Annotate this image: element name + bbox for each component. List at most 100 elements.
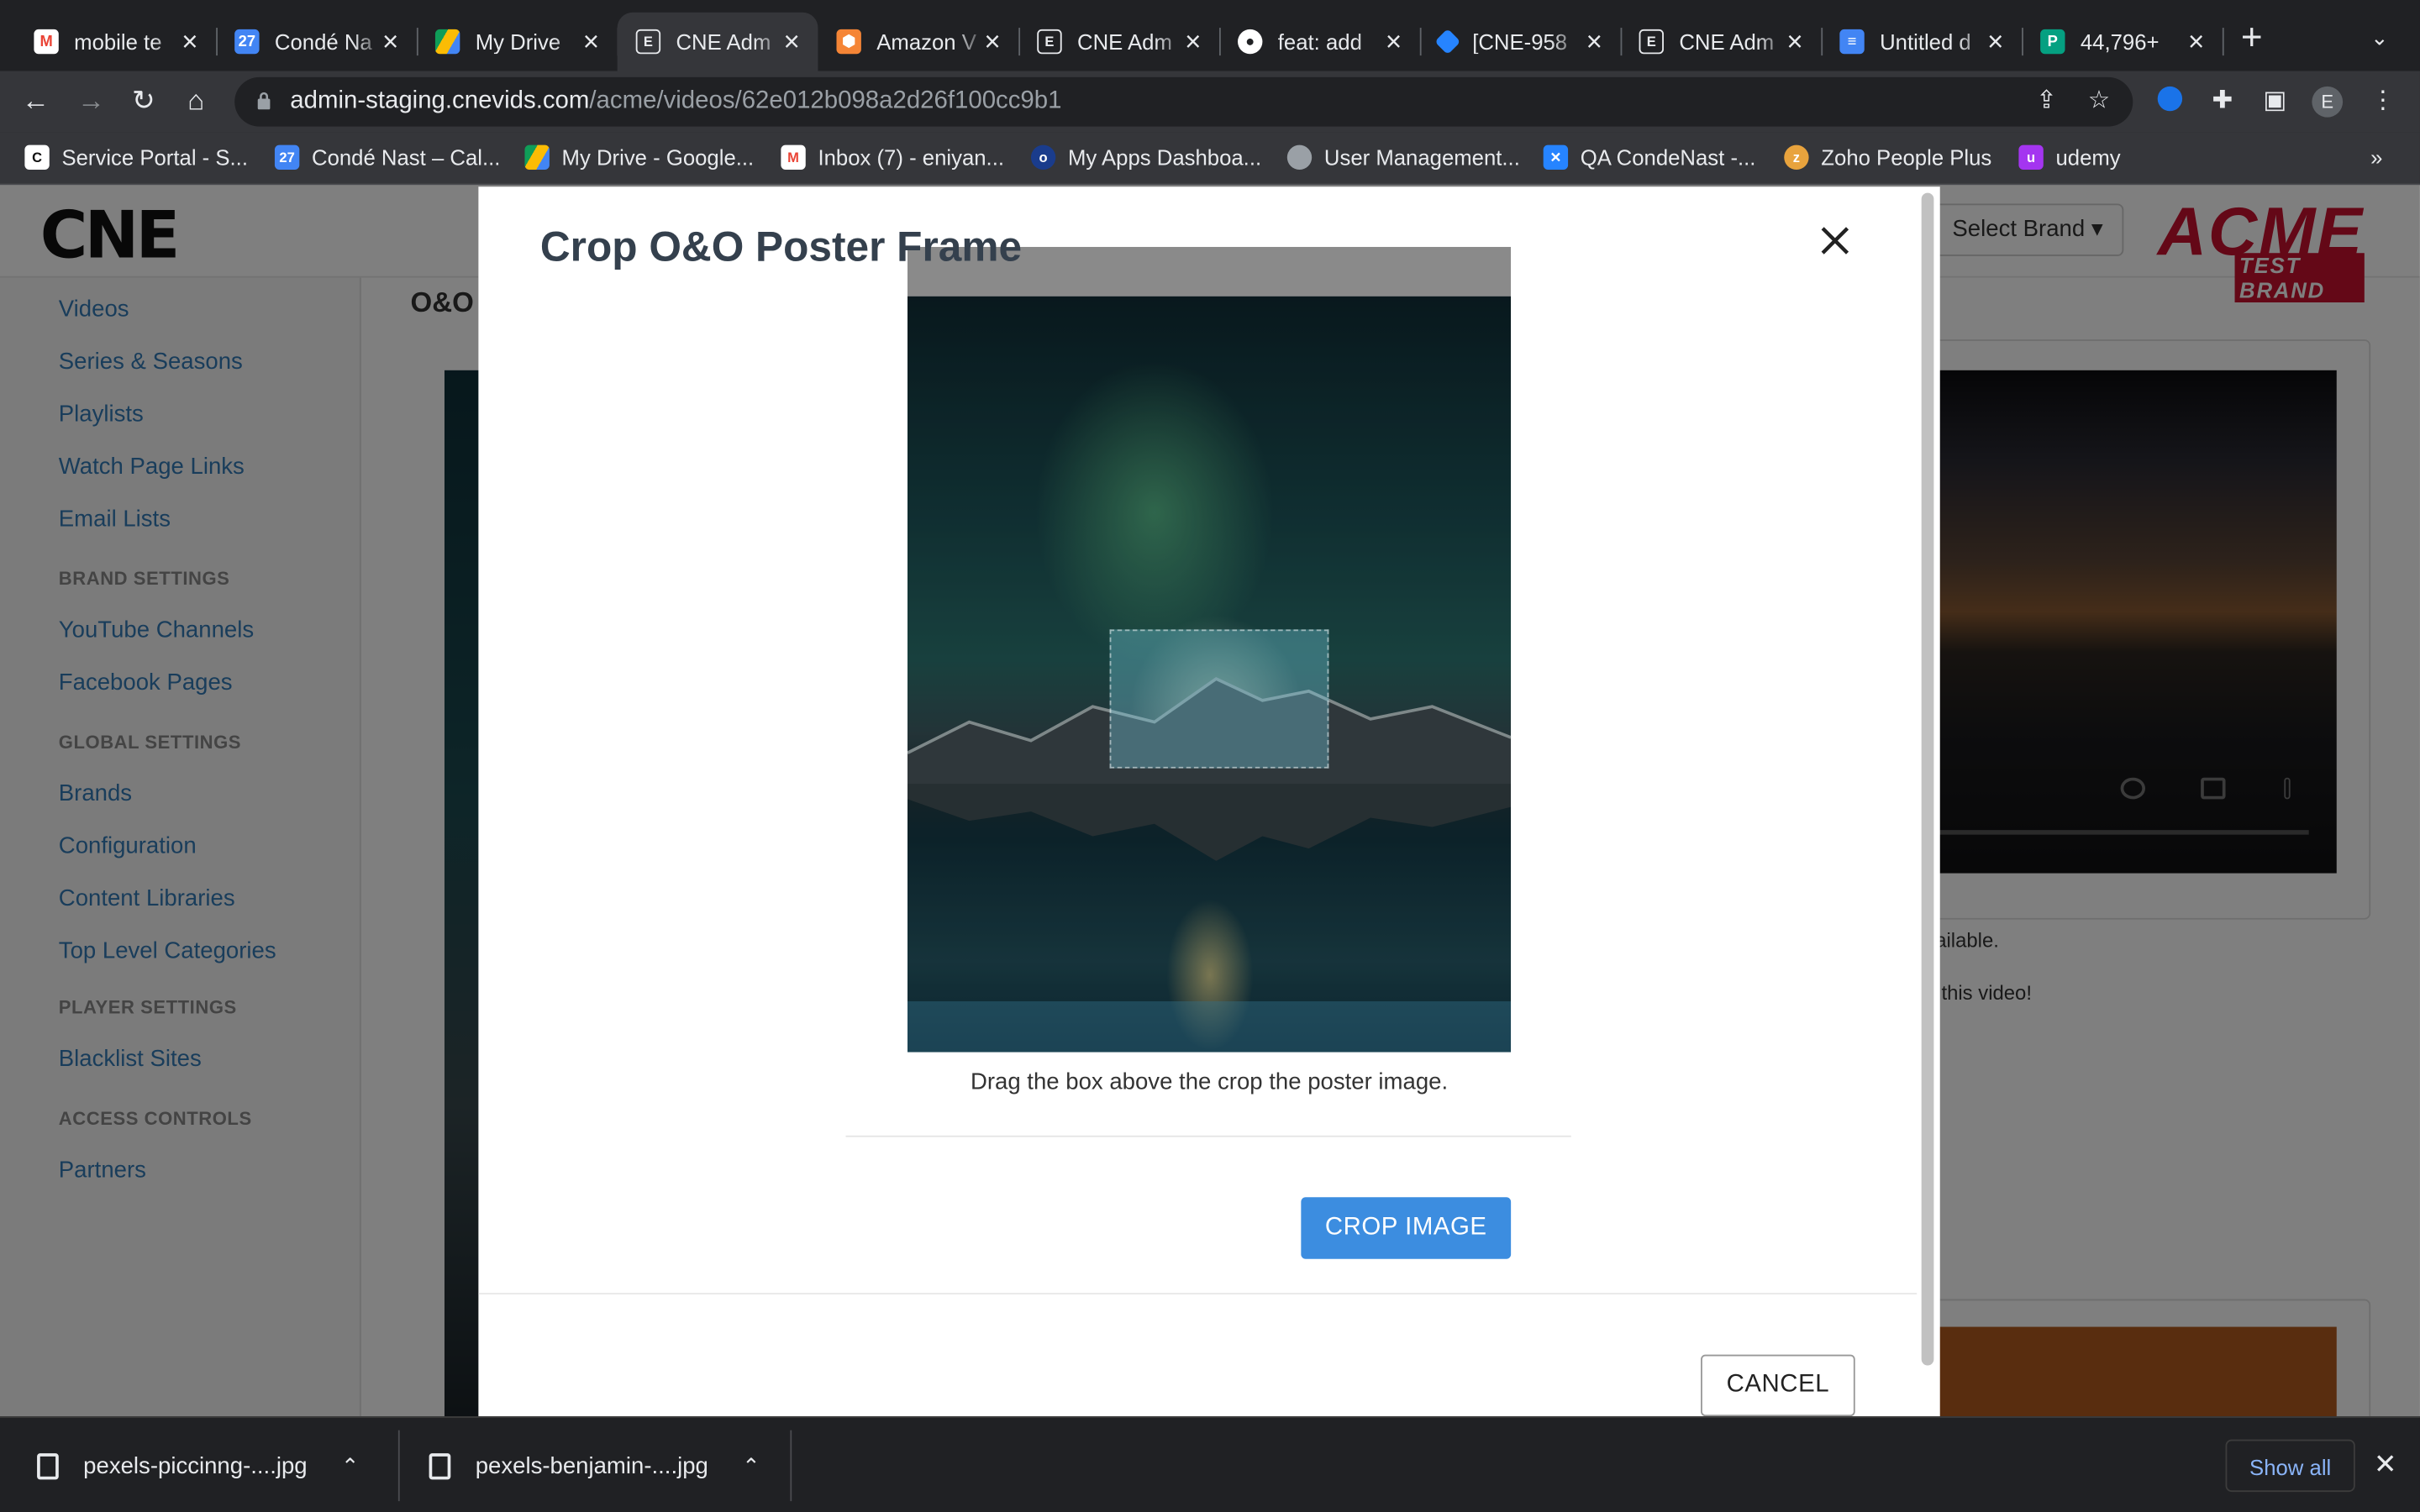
bookmark-zoho[interactable]: z Zoho People Plus <box>1784 144 1991 171</box>
download-item[interactable]: pexels-piccinng-....jpg ⌃ <box>37 1418 360 1512</box>
docs-icon: ≡ <box>1839 29 1865 55</box>
bookmark-user-management[interactable]: User Management... <box>1286 144 1520 171</box>
back-arrow-icon[interactable]: ← <box>18 83 52 117</box>
tab-title: CNE Adm <box>676 29 771 55</box>
profile-avatar[interactable]: E <box>2312 86 2344 118</box>
modal-title: Crop O&O Poster Frame <box>539 223 1023 270</box>
tab-title: mobile te <box>74 29 162 55</box>
tab-docs[interactable]: ≡ Untitled d × <box>1821 13 2023 71</box>
bookmark-okta[interactable]: o My Apps Dashboa... <box>1030 144 1261 171</box>
chevron-up-icon[interactable]: ⌃ <box>341 1452 360 1478</box>
close-tab-icon[interactable]: × <box>2182 28 2210 55</box>
bookmark-inbox[interactable]: M Inbox (7) - eniyan... <box>781 144 1004 171</box>
divider <box>845 1135 1571 1137</box>
url-text: admin-staging.cnevids.com/acme/videos/62… <box>290 87 1062 114</box>
tab-gmail[interactable]: M mobile te × <box>15 13 218 71</box>
bookmark-star-icon[interactable]: ☆ <box>2084 87 2115 118</box>
tab-pexels[interactable]: P 44,796+ × <box>2022 13 2224 71</box>
reload-icon[interactable]: ↻ <box>127 83 160 117</box>
close-icon[interactable] <box>1815 221 1855 261</box>
tab-amazon[interactable]: ⬢ Amazon V × <box>818 13 1021 71</box>
extension-badge-icon[interactable] <box>2154 86 2186 118</box>
show-all-downloads-button[interactable]: Show all <box>2225 1439 2355 1493</box>
tab-search-chevron-icon[interactable]: ⌄ <box>2370 24 2389 50</box>
file-icon <box>37 1452 59 1479</box>
tab-title: Untitled d <box>1880 29 1971 55</box>
cancel-button[interactable]: CANCEL <box>1701 1354 1855 1417</box>
lock-icon <box>257 92 271 110</box>
close-tab-icon[interactable]: × <box>778 28 806 55</box>
globe-icon <box>1286 144 1313 171</box>
bookmark-qa-condenast[interactable]: ✕ QA CondeNast -... <box>1543 144 1755 171</box>
pexels-icon: P <box>2040 29 2065 55</box>
modal-scrollbar[interactable] <box>1921 192 1934 1366</box>
tab-cne-admin[interactable]: E CNE Adm × <box>1018 13 1221 71</box>
download-separator <box>790 1430 792 1502</box>
tab-title: [CNE-958 <box>1472 29 1568 55</box>
crop-canvas <box>907 246 1512 1053</box>
tab-title: feat: add <box>1277 29 1362 55</box>
admin-page: CNE Select Brand ▾ ACMETEST BRAND Videos… <box>0 185 2420 1417</box>
extensions-puzzle-icon[interactable]: ✚ <box>2207 87 2238 118</box>
tab-title: CNE Adm <box>1077 29 1172 55</box>
address-bar[interactable]: admin-staging.cnevids.com/acme/videos/62… <box>234 76 2133 127</box>
bookmarks-overflow-icon[interactable]: » <box>2370 145 2382 170</box>
download-item[interactable]: pexels-benjamin-....jpg ⌃ <box>429 1418 760 1512</box>
crop-mask-bottom <box>907 1001 1512 1053</box>
crop-image-button[interactable]: CROP IMAGE <box>1301 1197 1512 1259</box>
tab-title: My Drive <box>475 29 561 55</box>
tab-cne-admin-active[interactable]: E CNE Adm × <box>617 12 818 71</box>
cne-icon: E <box>1037 29 1062 55</box>
new-tab-icon[interactable]: + <box>2235 19 2269 56</box>
bookmark-service-portal[interactable]: C Service Portal - S... <box>24 144 248 171</box>
bookmark-drive[interactable]: My Drive - Google... <box>524 144 754 171</box>
tab-title: CNE Adm <box>1679 29 1775 55</box>
zoho-icon: z <box>1784 144 1809 171</box>
download-filename: pexels-benjamin-....jpg <box>475 1452 708 1479</box>
kebab-menu-icon[interactable]: ⋮ <box>2367 87 2398 118</box>
tab-title: 44,796+ <box>2080 29 2160 55</box>
close-tab-icon[interactable]: × <box>1981 28 2009 55</box>
chevron-up-icon[interactable]: ⌃ <box>742 1452 760 1478</box>
close-tab-icon[interactable]: × <box>577 28 605 55</box>
close-tab-icon[interactable]: × <box>1581 28 1608 55</box>
tab-drive[interactable]: My Drive × <box>417 13 619 71</box>
gmail-icon: M <box>781 144 806 171</box>
drive-icon <box>524 144 550 171</box>
browser-toolbar: ← → ↻ ⌂ admin-staging.cnevids.com/acme/v… <box>0 71 2420 133</box>
cne-icon: E <box>1639 29 1664 55</box>
tab-strip: M mobile te × 27 Condé Na × My Drive × E… <box>0 0 2420 71</box>
github-icon: ● <box>1238 29 1263 55</box>
forward-arrow-icon[interactable]: → <box>74 83 108 117</box>
crop-hint: Drag the box above the crop the poster i… <box>970 1068 1449 1096</box>
crop-modal: Crop O&O Poster Frame Drag the box above… <box>478 186 1940 1417</box>
crop-selection-box[interactable] <box>1109 629 1329 769</box>
download-separator <box>397 1430 400 1502</box>
close-tab-icon[interactable]: × <box>1781 28 1809 55</box>
close-tab-icon[interactable]: × <box>376 28 404 55</box>
tab-jira[interactable]: [CNE-958 × <box>1420 13 1623 71</box>
drive-icon <box>434 29 460 55</box>
calendar-icon: 27 <box>274 144 300 171</box>
close-icon[interactable]: ✕ <box>2374 1449 2397 1482</box>
side-panel-icon[interactable]: ▣ <box>2260 87 2291 118</box>
calendar-icon: 27 <box>234 29 260 55</box>
bookmarks-bar: C Service Portal - S... 27 Condé Nast – Ca… <box>0 132 2420 186</box>
tab-title: Condé Na <box>274 29 372 55</box>
bookmark-udemy[interactable]: u udemy <box>2018 144 2121 171</box>
bookmark-calendar[interactable]: 27 Condé Nast – Cal... <box>274 144 500 171</box>
tab-calendar[interactable]: 27 Condé Na × <box>216 13 418 71</box>
tab-github[interactable]: ● feat: add × <box>1219 13 1422 71</box>
share-icon[interactable]: ⇪ <box>2031 87 2062 118</box>
download-filename: pexels-piccinng-....jpg <box>83 1452 308 1479</box>
close-tab-icon[interactable]: × <box>1380 28 1407 55</box>
close-tab-icon[interactable]: × <box>1179 28 1207 55</box>
udemy-icon: u <box>2018 144 2044 171</box>
home-icon[interactable]: ⌂ <box>179 83 213 117</box>
tab-cne-admin[interactable]: E CNE Adm × <box>1621 13 1823 71</box>
close-tab-icon[interactable]: × <box>978 28 1006 55</box>
close-tab-icon[interactable]: × <box>176 28 203 55</box>
tab-title: Amazon V <box>876 29 976 55</box>
okta-icon: o <box>1030 144 1056 171</box>
jira-icon <box>1434 29 1461 55</box>
